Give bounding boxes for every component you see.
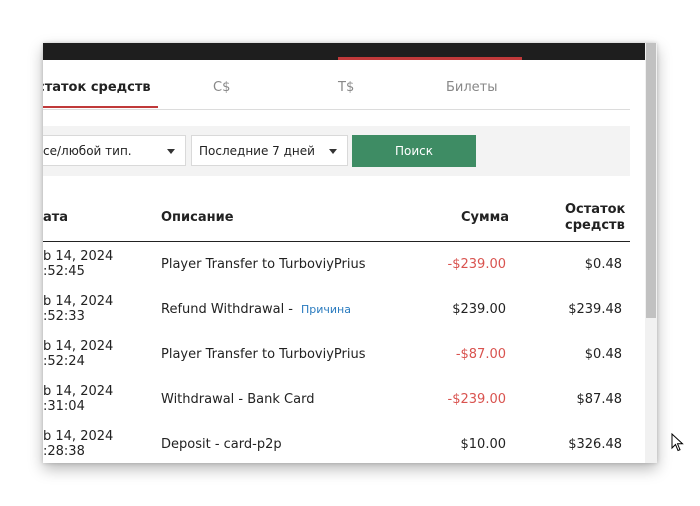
- tab-balance[interactable]: статок средств: [43, 80, 151, 95]
- row-description: Player Transfer to TurboviyPrius: [161, 347, 366, 362]
- reason-link[interactable]: Причина: [301, 303, 351, 316]
- row-amount: $10.00: [460, 437, 507, 452]
- row-amount: -$239.00: [447, 392, 506, 407]
- row-date-line2: :28:38: [43, 444, 85, 459]
- row-date-line1: b 14, 2024: [43, 249, 114, 264]
- type-select-value: се/любой тип.: [43, 144, 132, 158]
- row-description-text: Player Transfer to TurboviyPrius: [161, 257, 366, 272]
- row-description-text: Player Transfer to TurboviyPrius: [161, 347, 366, 362]
- filter-panel: се/любой тип. Последние 7 дней Поиск: [43, 126, 630, 176]
- row-date-line1: b 14, 2024: [43, 384, 114, 399]
- header-balance-line2: средств: [565, 218, 625, 233]
- table-row: b 14, 2024:28:38 Deposit - card-p2p $10.00…: [43, 423, 630, 463]
- period-select[interactable]: Последние 7 дней: [191, 135, 348, 166]
- row-amount: -$87.00: [455, 347, 506, 362]
- row-description: Refund Withdrawal - Причина: [161, 302, 351, 317]
- row-balance: $87.48: [576, 392, 623, 407]
- scrollbar-thumb[interactable]: [646, 43, 656, 318]
- vertical-scrollbar[interactable]: [645, 43, 657, 463]
- mouse-cursor-icon: [671, 433, 684, 452]
- table-row: b 14, 2024:31:04 Withdrawal - Bank Card -$…: [43, 378, 630, 423]
- tab-tdollar[interactable]: T$: [338, 80, 354, 95]
- search-button[interactable]: Поиск: [352, 135, 476, 167]
- chevron-down-icon: [167, 149, 175, 154]
- row-description: Withdrawal - Bank Card: [161, 392, 314, 407]
- tab-cdollar[interactable]: C$: [213, 80, 230, 95]
- row-amount: $239.00: [452, 302, 506, 317]
- balance-tabs: статок средств C$ T$ Билеты: [43, 60, 630, 110]
- header-date[interactable]: ата: [43, 210, 68, 225]
- table-row: b 14, 2024:52:33 Refund Withdrawal - Причи…: [43, 288, 630, 333]
- row-balance: $0.48: [584, 347, 622, 362]
- row-balance: $239.48: [568, 302, 622, 317]
- table-row: b 14, 2024:52:45 Player Transfer to Turbo…: [43, 243, 630, 288]
- chevron-down-icon: [329, 149, 337, 154]
- type-select[interactable]: се/любой тип.: [43, 135, 186, 166]
- row-balance: $326.48: [568, 437, 622, 452]
- tab-active-underline: [43, 106, 158, 108]
- row-description: Player Transfer to TurboviyPrius: [161, 257, 366, 272]
- row-date-line1: b 14, 2024: [43, 339, 114, 354]
- row-description-text: Deposit - card-p2p: [161, 437, 282, 452]
- row-date-line2: :52:33: [43, 309, 85, 324]
- row-description-text: Refund Withdrawal -: [161, 302, 293, 317]
- row-date-line1: b 14, 2024: [43, 294, 114, 309]
- row-description: Deposit - card-p2p: [161, 437, 282, 452]
- table-row: b 14, 2024:52:24 Player Transfer to Turbo…: [43, 333, 630, 378]
- row-balance: $0.48: [584, 257, 622, 272]
- row-amount: -$239.00: [447, 257, 506, 272]
- row-date-line1: b 14, 2024: [43, 429, 114, 444]
- row-date-line2: :52:24: [43, 354, 85, 369]
- row-description-text: Withdrawal - Bank Card: [161, 392, 315, 407]
- period-select-value: Последние 7 дней: [199, 144, 315, 158]
- header-description[interactable]: Описание: [161, 210, 234, 225]
- top-nav-bar: [43, 43, 657, 60]
- tab-tickets[interactable]: Билеты: [446, 80, 498, 95]
- header-amount[interactable]: Сумма: [461, 210, 509, 225]
- row-date-line2: :31:04: [43, 399, 85, 414]
- header-balance-line1[interactable]: Остаток: [565, 202, 625, 217]
- cashier-window: статок средств C$ T$ Билеты се/любой тип…: [43, 43, 657, 463]
- row-date-line2: :52:45: [43, 264, 85, 279]
- table-header: ата Описание Сумма Остаток средств: [43, 192, 630, 242]
